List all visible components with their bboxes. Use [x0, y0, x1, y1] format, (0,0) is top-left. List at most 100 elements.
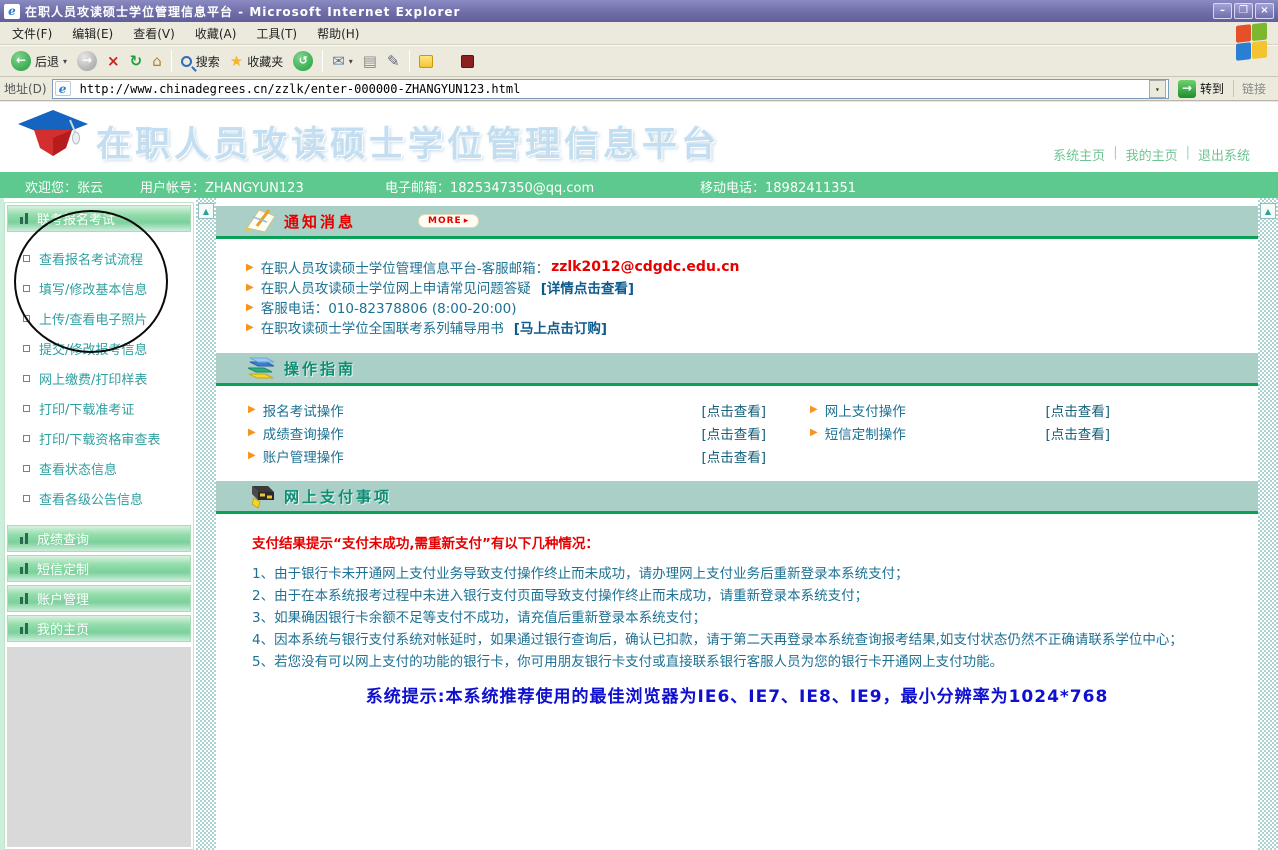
- back-dropdown-icon[interactable]: ▾: [63, 57, 67, 66]
- site-title: 在职人员攻读硕士学位管理信息平台: [96, 116, 720, 167]
- sidebar-item-label: 提交/修改报考信息: [39, 339, 147, 358]
- mail-icon: ✉: [332, 54, 345, 69]
- more-button[interactable]: MORE ▸: [418, 214, 479, 228]
- guide-label: 账户管理操作: [263, 446, 344, 466]
- browser-window: e 在职人员攻读硕士学位管理信息平台 - Microsoft Internet …: [0, 0, 1278, 850]
- graduation-cap-icon: [14, 108, 92, 166]
- refresh-button[interactable]: ↻: [125, 48, 148, 74]
- go-button[interactable]: → 转到: [1174, 80, 1228, 98]
- guide-label: 网上支付操作: [825, 400, 906, 420]
- menu-edit[interactable]: 编辑(E): [62, 22, 123, 45]
- search-button[interactable]: 搜索: [176, 48, 225, 74]
- print-icon: ▤: [363, 54, 377, 69]
- view-link[interactable]: [点击查看]: [1045, 423, 1110, 443]
- url-input[interactable]: [80, 82, 1145, 96]
- notice-item: ▶ 在职人员攻读硕士学位网上申请常见问题答疑 [详情点击查看]: [246, 277, 1258, 297]
- sidebar-item-pay-print[interactable]: 网上缴费/打印样表: [23, 369, 191, 388]
- notice-text: 在职人员攻读硕士学位网上申请常见问题答疑: [261, 277, 531, 297]
- back-button[interactable]: ← 后退 ▾: [6, 48, 72, 74]
- sidebar-section-label: 我的主页: [37, 619, 89, 638]
- sidebar-item-basic-info[interactable]: 填写/修改基本信息: [23, 279, 191, 298]
- collapse-up-button[interactable]: ▲: [198, 203, 214, 219]
- toolbar-separator: [322, 50, 323, 72]
- sidebar-item-exam-flow[interactable]: 查看报名考试流程: [23, 249, 191, 268]
- payment-title: 网上支付事项: [284, 486, 392, 507]
- support-email-link[interactable]: zzlk2012@cdgdc.edu.cn: [551, 259, 739, 275]
- faq-detail-link[interactable]: [详情点击查看]: [541, 277, 634, 297]
- minimize-button[interactable]: –: [1213, 3, 1232, 19]
- windows-logo-icon: [1236, 22, 1270, 64]
- notes-button[interactable]: [414, 48, 438, 74]
- stop-button[interactable]: ×: [102, 48, 125, 74]
- collapse-up-button[interactable]: ▲: [1260, 203, 1276, 219]
- sidebar-section-account[interactable]: 账户管理: [7, 585, 191, 612]
- edit-button[interactable]: ✎: [382, 48, 405, 74]
- order-books-link[interactable]: [马上点击订购]: [514, 317, 607, 337]
- notice-title: 通知消息: [284, 211, 356, 232]
- sidebar-section-label: 联考报名考试: [37, 209, 115, 228]
- mail-button[interactable]: ✉ ▾: [327, 48, 358, 74]
- sidebar-item-label: 填写/修改基本信息: [39, 279, 147, 298]
- menu-view[interactable]: 查看(V): [123, 22, 185, 45]
- notice-text: 在职人员攻读硕士学位管理信息平台-客服邮箱：: [261, 257, 549, 277]
- books-icon: [238, 354, 284, 382]
- square-bullet-icon: [23, 285, 30, 292]
- menu-favorites[interactable]: 收藏(A): [185, 22, 247, 45]
- guide-title: 操作指南: [284, 358, 356, 379]
- notice-text: 在职攻读硕士学位全国联考系列辅导用书: [261, 317, 504, 337]
- home-icon: ⌂: [152, 54, 162, 69]
- header-nav: 系统主页 | 我的主页 | 退出系统: [1053, 145, 1250, 164]
- bars-icon: [20, 213, 28, 224]
- guide-section-header: 操作指南: [216, 353, 1258, 386]
- sidebar-section-myhome[interactable]: 我的主页: [7, 615, 191, 642]
- view-link[interactable]: [点击查看]: [701, 446, 766, 466]
- system-tip: 系统提示:本系统推荐使用的最佳浏览器为IE6、IE7、IE8、IE9，最小分辨率…: [216, 682, 1258, 707]
- payment-note: 1、由于银行卡未开通网上支付业务导致支付操作终止而未成功，请办理网上支付业务后重…: [252, 562, 1258, 584]
- nav-logout[interactable]: 退出系统: [1198, 145, 1250, 164]
- favorites-button[interactable]: ★ 收藏夹: [225, 48, 288, 74]
- forward-button[interactable]: →: [72, 48, 102, 74]
- site-header: 在职人员攻读硕士学位管理信息平台 系统主页 | 我的主页 | 退出系统: [0, 101, 1278, 172]
- search-icon: [181, 56, 192, 67]
- sidebar-item-admission-ticket[interactable]: 打印/下载准考证: [23, 399, 191, 418]
- square-bullet-icon: [23, 315, 30, 322]
- square-bullet-icon: [23, 255, 30, 262]
- sidebar-item-announcements[interactable]: 查看各级公告信息: [23, 489, 191, 508]
- messenger-button[interactable]: [456, 48, 479, 74]
- history-button[interactable]: ↺: [288, 48, 318, 74]
- sidebar-item-submit-info[interactable]: 提交/修改报考信息: [23, 339, 191, 358]
- sidebar-item-label: 查看各级公告信息: [39, 489, 143, 508]
- address-dropdown-icon[interactable]: ▾: [1149, 80, 1166, 98]
- sidebar-section-scores[interactable]: 成绩查询: [7, 525, 191, 552]
- mail-dropdown-icon[interactable]: ▾: [349, 57, 353, 66]
- sidebar-item-qualification-form[interactable]: 打印/下载资格审查表: [23, 429, 191, 448]
- sidebar-section-sms[interactable]: 短信定制: [7, 555, 191, 582]
- payment-warning: 支付结果提示“支付未成功,需重新支付”有以下几种情况：: [252, 532, 1258, 552]
- menu-tools[interactable]: 工具(T): [246, 22, 307, 45]
- favorites-star-icon: ★: [230, 54, 243, 69]
- right-collapse-strip: ▲: [1258, 198, 1278, 850]
- nav-my-home[interactable]: 我的主页: [1126, 145, 1178, 164]
- nav-system-home[interactable]: 系统主页: [1053, 145, 1105, 164]
- sidebar-item-label: 打印/下载资格审查表: [39, 429, 160, 448]
- view-link[interactable]: [点击查看]: [701, 423, 766, 443]
- sidebar-item-photo-upload[interactable]: 上传/查看电子照片: [23, 309, 191, 328]
- print-button[interactable]: ▤: [358, 48, 382, 74]
- user-info-bar: 欢迎您：张云 用户帐号：ZHANGYUN123 电子邮箱：1825347350@…: [0, 172, 1278, 198]
- home-button[interactable]: ⌂: [147, 48, 167, 74]
- menu-file[interactable]: 文件(F): [2, 22, 62, 45]
- bars-icon: [20, 593, 28, 604]
- view-link[interactable]: [点击查看]: [701, 400, 766, 420]
- menu-help[interactable]: 帮助(H): [307, 22, 369, 45]
- sidebar-item-status[interactable]: 查看状态信息: [23, 459, 191, 478]
- view-link[interactable]: [点击查看]: [1045, 400, 1110, 420]
- sidebar: 联考报名考试 查看报名考试流程 填写/修改基本信息 上传/查看电子照片 提交/修…: [4, 202, 194, 850]
- maximize-button[interactable]: ❐: [1234, 3, 1253, 19]
- sidebar-section-exam[interactable]: 联考报名考试: [7, 205, 191, 232]
- address-input-box[interactable]: e ▾: [52, 79, 1169, 99]
- guide-label: 成绩查询操作: [263, 423, 344, 443]
- note-icon: [419, 55, 433, 68]
- back-icon: ←: [11, 51, 31, 71]
- links-toolbar[interactable]: 链接: [1233, 80, 1274, 97]
- close-button[interactable]: ×: [1255, 3, 1274, 19]
